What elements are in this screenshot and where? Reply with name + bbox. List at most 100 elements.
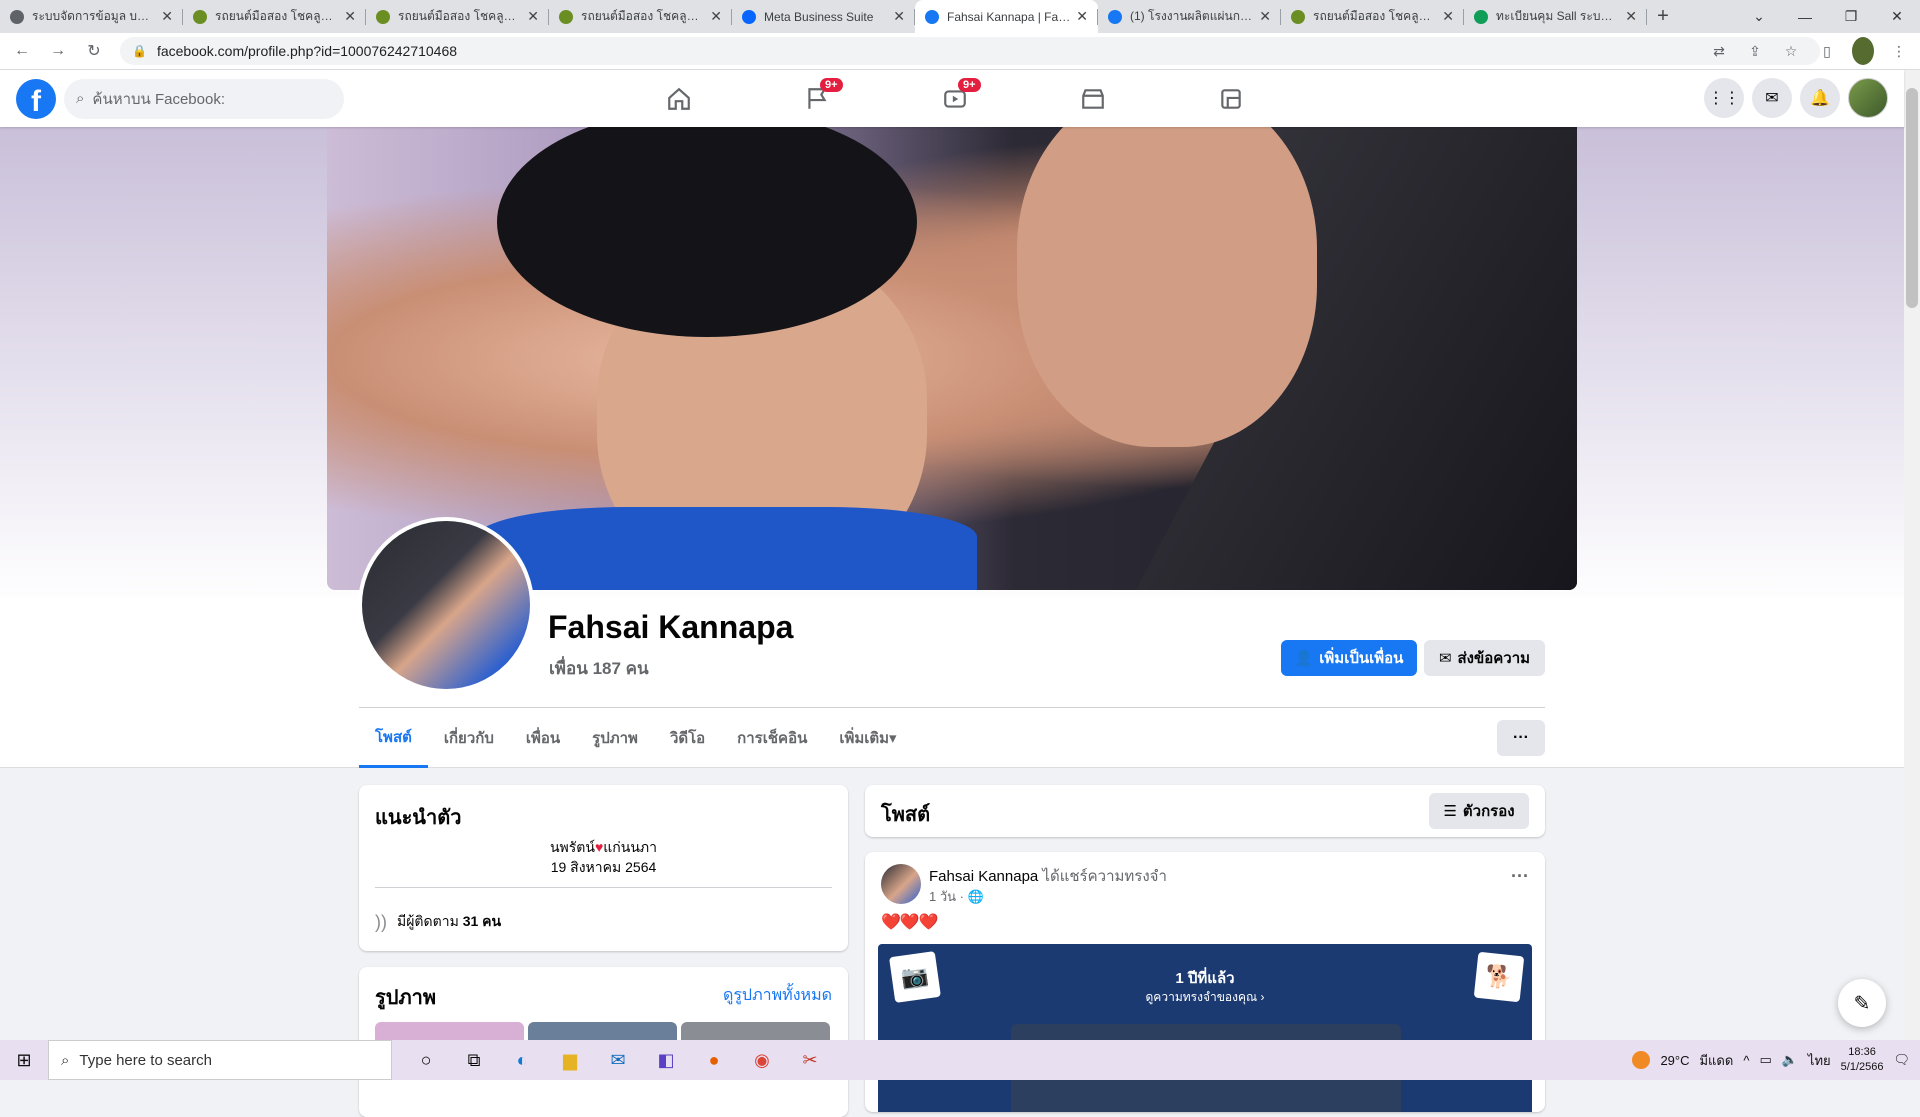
maximize-button[interactable]: ❐: [1828, 0, 1874, 33]
reload-button[interactable]: ↻: [80, 37, 108, 65]
weather-desc: มีแดด: [1699, 1052, 1734, 1068]
browser-tab[interactable]: (1) โรงงานผลิตแผ่นกระจ ✕: [1098, 0, 1281, 33]
tab-title: รถยนต์มือสอง โชคลูกน้อย: [581, 9, 705, 23]
profile-tab[interactable]: เพื่อน: [510, 708, 576, 768]
notifications-icon[interactable]: 🗨: [1893, 1052, 1910, 1068]
more-options-button[interactable]: ···: [1497, 720, 1545, 756]
tray-chevron-icon[interactable]: ^: [1743, 1053, 1749, 1068]
nav-pages[interactable]: 9+: [748, 70, 886, 127]
nav-gaming[interactable]: [1162, 70, 1300, 127]
facebook-logo-icon[interactable]: f: [16, 78, 56, 119]
back-button[interactable]: ←: [8, 37, 36, 65]
browser-tab[interactable]: รถยนต์มือสอง โชคลูกน้อย ✕: [183, 0, 366, 33]
close-tab-icon[interactable]: ✕: [161, 8, 173, 25]
memory-link[interactable]: ดูความทรงจำของคุณ ›: [878, 988, 1532, 1007]
chrome-icon[interactable]: ◉: [738, 1040, 786, 1080]
post-author-name[interactable]: Fahsai Kannapa: [929, 868, 1038, 885]
profile-header: Fahsai Kannapa เพื่อน 187 คน 👤 เพิ่มเป็น…: [0, 127, 1904, 768]
browser-tab[interactable]: รถยนต์มือสอง โชคลูกน้อย ✕: [549, 0, 732, 33]
weather-temp[interactable]: 29°C: [1660, 1053, 1689, 1068]
profile-picture[interactable]: [358, 517, 534, 693]
filter-button[interactable]: ☰ ตัวกรอง: [1429, 793, 1529, 829]
notification-badge: 9+: [820, 78, 843, 92]
memory-banner[interactable]: 📷 🐕 1 ปีที่แล้ว ดูความทรงจำของคุณ ›: [878, 944, 1532, 1112]
filter-icon: ☰: [1443, 803, 1457, 820]
scrollbar-thumb[interactable]: [1906, 88, 1918, 308]
bookmark-star-icon[interactable]: ☆: [1780, 37, 1802, 65]
side-panel-icon[interactable]: ▯: [1816, 37, 1838, 65]
notifications-bell-icon[interactable]: 🔔: [1800, 78, 1840, 118]
browser-profile-avatar[interactable]: [1852, 37, 1874, 65]
profile-tab[interactable]: วิดีโอ: [654, 708, 721, 768]
weather-icon[interactable]: [1632, 1051, 1651, 1069]
taskbar-search-input[interactable]: ⌕ Type here to search: [48, 1040, 392, 1080]
nav-watch[interactable]: 9+: [886, 70, 1024, 127]
intro-title: แนะนำตัว: [375, 807, 462, 829]
task-view-icon[interactable]: ⧉: [450, 1040, 498, 1080]
close-tab-icon[interactable]: ✕: [893, 8, 905, 25]
file-explorer-icon[interactable]: ▆: [546, 1040, 594, 1080]
cover-photo[interactable]: [327, 127, 1577, 590]
new-tab-button[interactable]: +: [1647, 0, 1679, 33]
site-icon: [193, 9, 207, 24]
nav-marketplace[interactable]: [1024, 70, 1162, 127]
friends-count[interactable]: เพื่อน 187 คน: [549, 655, 649, 682]
close-tab-icon[interactable]: ✕: [1259, 8, 1271, 25]
browser-tab[interactable]: Fahsai Kannapa | Face ✕: [915, 0, 1098, 33]
close-tab-icon[interactable]: ✕: [1442, 8, 1454, 25]
messenger-icon[interactable]: ✉: [1752, 78, 1792, 118]
clock[interactable]: 18:36 5/1/2566: [1841, 1045, 1884, 1075]
profile-tab[interactable]: เกี่ยวกับ: [428, 708, 510, 768]
profile-name: Fahsai Kannapa: [548, 609, 794, 645]
nav-home[interactable]: [610, 70, 748, 127]
post-options-icon[interactable]: ···: [1511, 866, 1529, 887]
browser-menu-icon[interactable]: ⋮: [1888, 37, 1910, 65]
menu-grid-icon[interactable]: ⋮⋮: [1704, 78, 1744, 118]
tab-title: ทะเบียนคุม Sall ระบบออน: [1496, 9, 1620, 23]
caret-down-icon: ▾: [889, 730, 897, 747]
profile-tab[interactable]: การเช็คอิน: [721, 708, 823, 768]
site-icon: [376, 9, 390, 24]
browser-tab[interactable]: Meta Business Suite ✕: [732, 0, 915, 33]
windows-start-icon[interactable]: ⊞: [0, 1040, 48, 1080]
mail-icon[interactable]: ✉: [594, 1040, 642, 1080]
browser-tab[interactable]: รถยนต์มือสอง โชคลูกน้อย ✕: [1281, 0, 1464, 33]
url-field[interactable]: 🔒 facebook.com/profile.php?id=1000762427…: [120, 37, 1820, 65]
see-all-photos-link[interactable]: ดูรูปภาพทั้งหมด: [723, 983, 832, 1008]
tab-search-icon[interactable]: ⌄: [1736, 0, 1782, 33]
cortana-icon[interactable]: ○: [402, 1040, 450, 1080]
app-icon[interactable]: ◧: [642, 1040, 690, 1080]
browser-tab[interactable]: รถยนต์มือสอง โชคลูกน้อย ✕: [366, 0, 549, 33]
profile-tab[interactable]: โพสต์: [359, 708, 428, 768]
forward-button[interactable]: →: [44, 37, 72, 65]
volume-icon[interactable]: 🔈: [1782, 1052, 1798, 1068]
browser-tab[interactable]: ระบบจัดการข้อมูล บริษัท วี ✕: [0, 0, 183, 33]
post-author-avatar[interactable]: [881, 864, 921, 904]
intro-card: แนะนำตัว นพรัตน์♥แก่นนภา 19 สิงหาคม 2564…: [359, 785, 848, 951]
close-window-button[interactable]: ✕: [1874, 0, 1920, 33]
snipping-tool-icon[interactable]: ✂: [786, 1040, 834, 1080]
share-icon[interactable]: ⇪: [1744, 37, 1766, 65]
profile-tab[interactable]: รูปภาพ: [576, 708, 654, 768]
post-timestamp[interactable]: 1 วัน · 🌐: [929, 886, 984, 907]
close-tab-icon[interactable]: ✕: [710, 8, 722, 25]
network-icon[interactable]: ▭: [1759, 1052, 1771, 1068]
account-avatar[interactable]: [1848, 78, 1888, 118]
close-tab-icon[interactable]: ✕: [1625, 8, 1637, 25]
translate-icon[interactable]: ⇄: [1708, 37, 1730, 65]
close-tab-icon[interactable]: ✕: [527, 8, 539, 25]
firefox-icon[interactable]: ●: [690, 1040, 738, 1080]
language-indicator[interactable]: ไทย: [1808, 1050, 1831, 1071]
minimize-button[interactable]: —: [1782, 0, 1828, 33]
new-message-compose-icon[interactable]: ✎: [1838, 979, 1886, 1027]
facebook-icon: [1108, 9, 1122, 24]
message-button[interactable]: ✉ ส่งข้อความ: [1424, 640, 1545, 676]
profile-tab[interactable]: เพิ่มเติม ▾: [823, 708, 912, 768]
close-tab-icon[interactable]: ✕: [344, 8, 356, 25]
close-tab-icon[interactable]: ✕: [1076, 8, 1088, 25]
facebook-search-input[interactable]: ⌕ ค้นหาบน Facebook:: [64, 78, 344, 119]
browser-tab[interactable]: ทะเบียนคุม Sall ระบบออน ✕: [1464, 0, 1647, 33]
add-friend-button[interactable]: 👤 เพิ่มเป็นเพื่อน: [1281, 640, 1417, 676]
tab-title: รถยนต์มือสอง โชคลูกน้อย: [1313, 9, 1437, 23]
edge-icon[interactable]: ◐: [498, 1040, 546, 1080]
